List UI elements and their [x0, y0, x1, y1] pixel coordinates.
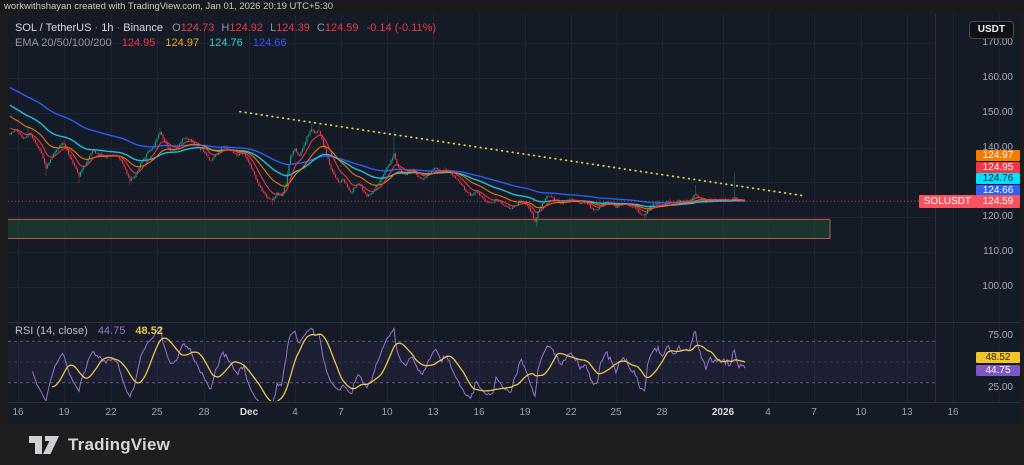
price-tick-label: 100.00 [940, 281, 1020, 293]
rsi-value: 44.75 [98, 325, 126, 337]
ema200-value: 124.66 [253, 37, 287, 49]
currency-toggle-button[interactable]: USDT [969, 21, 1014, 39]
rsi-tick-label: 25.00 [940, 382, 1020, 394]
time-tick-label: 28 [640, 407, 684, 418]
price-tick-label: 110.00 [940, 246, 1020, 258]
rsi-tick-label: 75.00 [940, 330, 1020, 342]
tradingview-wordmark[interactable]: TradingView [68, 435, 170, 455]
legend-separator: · [117, 22, 121, 34]
open-label: O [172, 22, 181, 34]
rsi-value-badge: 44.75 [976, 365, 1020, 376]
ema100-value: 124.76 [209, 37, 243, 49]
ema-price-badge: 124.95 [976, 162, 1020, 173]
open-value: 124.73 [181, 22, 215, 34]
legend-separator: · [95, 22, 99, 34]
time-tick-label: 4 [273, 407, 317, 418]
high-value: 124.92 [229, 22, 263, 34]
change-value: -0.14 (-0.11%) [367, 22, 437, 34]
price-tick-label: 120.00 [940, 211, 1020, 223]
tradingview-logo-icon[interactable] [28, 432, 60, 458]
low-value: 124.39 [276, 22, 310, 34]
price-tick-label: 150.00 [940, 107, 1020, 119]
ema-row[interactable]: EMA 20/50/100/200 124.95 124.97 124.76 1… [15, 37, 436, 49]
time-tick-label: 13 [411, 407, 455, 418]
time-tick-label: 10 [365, 407, 409, 418]
time-tick-label: 7 [792, 407, 836, 418]
time-tick-label: 22 [549, 407, 593, 418]
rsi-ma-value: 48.52 [135, 325, 163, 337]
symbol-price-tag: SOLUSDT [919, 195, 976, 208]
time-tick-label: 16 [931, 407, 975, 418]
time-tick-label: 19 [503, 407, 547, 418]
ema50-value: 124.97 [165, 37, 199, 49]
symbol-name[interactable]: SOL / TetherUS [15, 22, 91, 34]
ema-price-badge: 124.76 [976, 173, 1020, 184]
chart-legend[interactable]: SOL / TetherUS · 1h · Binance O124.73 H1… [15, 22, 436, 49]
time-tick-label: 16 [0, 407, 40, 418]
rsi-label: RSI (14, close) [15, 325, 88, 337]
time-tick-label: 7 [319, 407, 363, 418]
time-tick-label: Dec [227, 407, 271, 418]
symbol-row[interactable]: SOL / TetherUS · 1h · Binance O124.73 H1… [15, 22, 436, 34]
interval-label[interactable]: 1h [101, 22, 113, 34]
time-tick-label: 25 [135, 407, 179, 418]
time-tick-label: 19 [42, 407, 86, 418]
attribution-text: workwithshayan created with TradingView.… [4, 1, 333, 12]
time-tick-label: 22 [89, 407, 133, 418]
close-value: 124.59 [325, 22, 359, 34]
last-price-badge: 124.59 [976, 195, 1020, 208]
time-tick-label: 10 [839, 407, 883, 418]
ema-price-badge: 124.66 [976, 185, 1020, 196]
time-tick-label: 2026 [701, 407, 745, 418]
time-tick-label: 13 [885, 407, 929, 418]
chart-canvas[interactable] [8, 14, 1020, 424]
ema-label: EMA 20/50/100/200 [15, 37, 112, 49]
close-label: C [317, 22, 325, 34]
rsi-legend[interactable]: RSI (14, close) 44.75 48.52 [15, 325, 163, 337]
rsi-value-badge: 48.52 [976, 352, 1020, 363]
time-tick-label: 16 [457, 407, 501, 418]
footer-bar: TradingView [0, 424, 1024, 465]
exchange-label: Binance [123, 22, 163, 34]
attribution-bar: workwithshayan created with TradingView.… [0, 0, 1024, 14]
chart-widget[interactable]: SOL / TetherUS · 1h · Binance O124.73 H1… [8, 14, 1020, 424]
ema-price-badge: 124.97 [976, 150, 1020, 161]
time-tick-label: 28 [182, 407, 226, 418]
price-tick-label: 160.00 [940, 72, 1020, 84]
time-tick-label: 25 [594, 407, 638, 418]
ema20-value: 124.95 [122, 37, 156, 49]
time-tick-label: 4 [746, 407, 790, 418]
